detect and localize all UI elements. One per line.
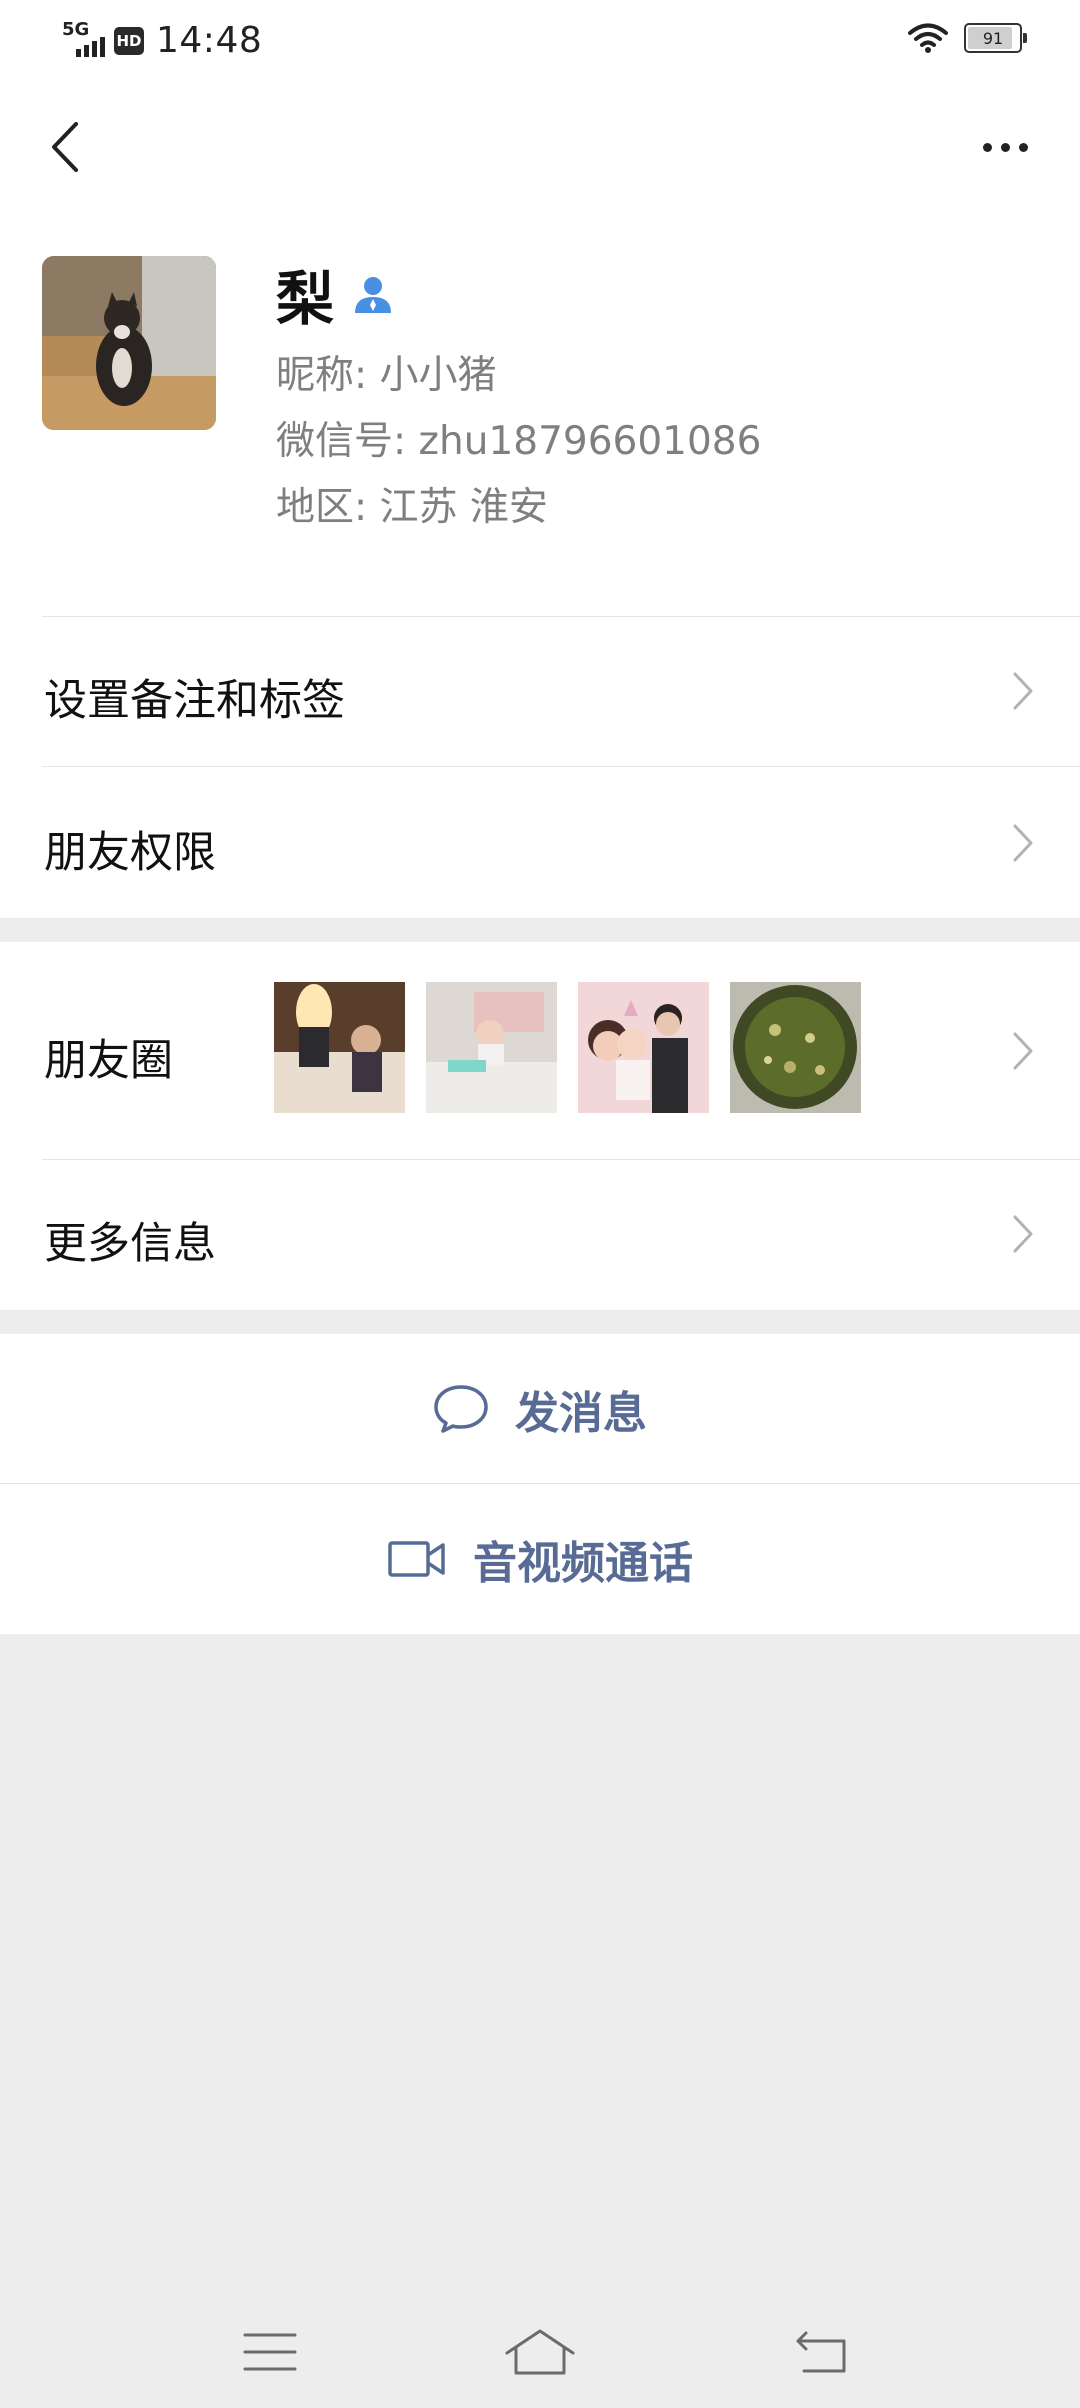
friend-permissions-label: 朋友权限 [44, 828, 216, 878]
return-button[interactable] [782, 2322, 862, 2382]
region: 地区: 江苏 淮安 [276, 485, 548, 530]
more-button[interactable] [960, 112, 1050, 182]
moments-thumbnail [578, 982, 709, 1113]
chevron-right-icon [1013, 1215, 1033, 1253]
status-left: 5G HD 14:48 [62, 19, 263, 62]
hd-badge: HD [114, 26, 144, 55]
status-bar: 5G HD 14:48 91 [0, 0, 1080, 84]
remark-tags-row[interactable]: 设置备注和标签 [0, 616, 1080, 766]
battery-level: 91 [982, 28, 1004, 48]
chat-bubble-icon [434, 1385, 488, 1433]
video-call-button[interactable]: 音视频通话 [0, 1484, 1080, 1634]
avatar-image [42, 256, 216, 430]
chevron-right-icon [1013, 672, 1033, 710]
system-nav-bar [0, 2300, 1080, 2408]
divider [42, 766, 1080, 767]
more-icon-dot [1018, 142, 1028, 152]
moments-row[interactable]: 朋友圈 [0, 942, 1080, 1159]
chevron-right-icon [1013, 1032, 1033, 1070]
moments-label: 朋友圈 [44, 1036, 173, 1086]
avatar[interactable] [42, 256, 216, 430]
moments-thumbnail [274, 982, 405, 1113]
battery-nub [1023, 33, 1027, 43]
battery-icon: 91 [964, 23, 1027, 53]
name-row: 梨 [276, 252, 394, 336]
contact-name: 梨 [276, 265, 335, 333]
moments-thumbnails [274, 982, 861, 1113]
video-call-label: 音视频通话 [473, 1538, 693, 1589]
status-right: 91 [908, 22, 1027, 54]
status-time: 14:48 [156, 20, 263, 61]
divider [42, 1159, 1080, 1160]
home-icon [505, 2329, 575, 2375]
friend-permissions-row[interactable]: 朋友权限 [0, 766, 1080, 918]
return-icon [796, 2331, 846, 2373]
back-icon [52, 122, 78, 172]
video-camera-icon [388, 1541, 445, 1577]
send-message-button[interactable]: 发消息 [0, 1334, 1080, 1484]
wechat-id: 微信号: zhu18796601086 [276, 419, 762, 464]
contact-icon [355, 277, 392, 313]
nav-bar [0, 84, 1080, 214]
wifi-icon [908, 23, 948, 53]
nickname: 昵称: 小小猪 [276, 353, 497, 398]
divider [42, 616, 1080, 617]
more-icon-dot [1000, 142, 1010, 152]
home-button[interactable] [500, 2322, 580, 2382]
send-message-label: 发消息 [515, 1388, 647, 1439]
menu-button[interactable] [230, 2322, 310, 2382]
moments-thumbnail [730, 982, 861, 1113]
remark-tags-label: 设置备注和标签 [44, 676, 345, 726]
back-button[interactable] [30, 112, 100, 182]
menu-icon [243, 2333, 297, 2371]
profile-card: 梨 昵称: 小小猪 微信号: zhu18796601086 地区: 江苏 淮安 [0, 214, 1080, 616]
signal-bars [76, 36, 105, 57]
chevron-right-icon [1013, 824, 1033, 862]
cellular-signal-icon: 5G [62, 19, 108, 61]
more-info-row[interactable]: 更多信息 [0, 1159, 1080, 1310]
moments-thumbnail [426, 982, 557, 1113]
more-icon [982, 142, 992, 152]
more-info-label: 更多信息 [44, 1219, 216, 1269]
